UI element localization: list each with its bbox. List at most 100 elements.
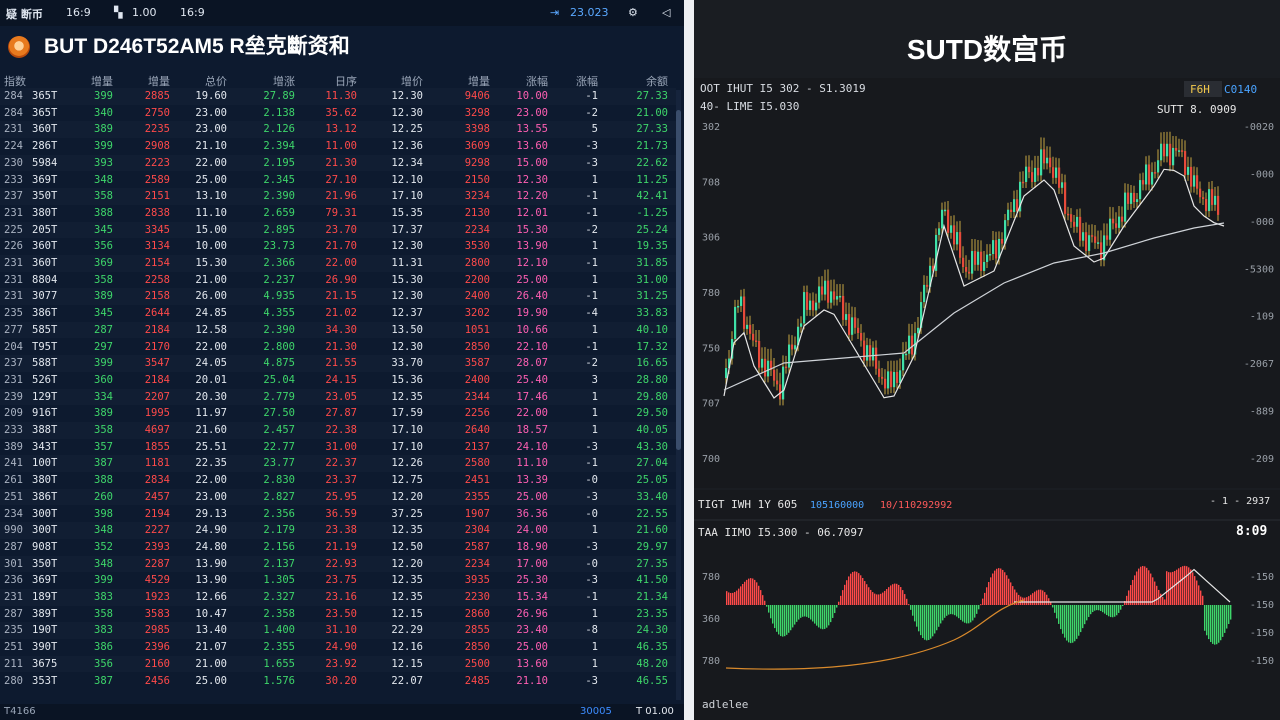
indicator-chart[interactable]: TIGT IWH 1Y 605 105160000 10/110292992 -… — [694, 490, 1280, 720]
table-row[interactable]: 389 343T 357 1855 25.51 22.77 31.00 17.10 2137 24… — [0, 439, 676, 456]
column-header[interactable]: 增价 — [395, 73, 423, 89]
table-cell: 300T — [32, 507, 58, 520]
table-row[interactable]: 234 300T 398 2194 29.13 2.356 36.59 37.25 1907 36… — [0, 506, 676, 523]
mute-icon[interactable]: ◁ — [662, 6, 670, 19]
table-row[interactable]: 287 389T 358 3583 10.47 2.358 23.50 12.15 2860 26… — [0, 606, 676, 623]
column-header[interactable]: 总价 — [199, 73, 227, 89]
table-cell: 27.89 — [263, 90, 295, 102]
column-header[interactable]: 指数 — [4, 73, 32, 89]
table-cell: 908T — [32, 540, 58, 553]
table-cell: 2304 — [464, 524, 490, 537]
table-row[interactable]: 284 365T 340 2750 23.00 2.138 35.62 12.30 3298 23… — [0, 105, 676, 122]
table-row[interactable]: 231 8804 358 2258 21.00 2.237 26.90 15.30 2200 25… — [0, 272, 676, 289]
table-row[interactable]: 237 350T 358 2151 13.10 2.390 21.96 17.10 3234 12… — [0, 188, 676, 205]
table-row[interactable]: 235 190T 383 2985 13.40 1.400 31.10 22.29 2855 23… — [0, 622, 676, 639]
indicator-bar — [926, 605, 928, 641]
candle-body — [902, 354, 905, 371]
table-cell: 4529 — [144, 574, 170, 587]
table-cell: 526T — [32, 373, 58, 386]
table-cell: 237 — [4, 357, 23, 370]
table-cell: 225 — [4, 223, 23, 236]
axis-tick-label: -150 — [1250, 572, 1274, 583]
table-row[interactable]: 225 205T 345 3345 15.00 2.895 23.70 17.37 2234 15… — [0, 222, 676, 239]
column-header[interactable]: 涨幅 — [570, 73, 598, 89]
table-row[interactable]: 204 T95T 297 2170 22.00 2.800 21.30 12.30 2850 22… — [0, 339, 676, 356]
table-cell: 24.30 — [636, 624, 668, 637]
table-row[interactable]: 233 369T 348 2589 25.00 2.345 27.10 12.10 2150 12… — [0, 172, 676, 189]
table-row[interactable]: 233 388T 358 4697 21.60 2.457 22.38 17.10 2640 18… — [0, 422, 676, 439]
indicator-bar — [1226, 605, 1228, 629]
table-row[interactable]: 231 360T 369 2154 15.30 2.366 22.00 11.31 2800 12… — [0, 255, 676, 272]
indicator-bar — [902, 590, 904, 605]
column-header[interactable]: 增量 — [462, 73, 490, 89]
table-cell: 41.50 — [636, 574, 668, 587]
table-cell: 11.30 — [325, 90, 357, 102]
column-header[interactable]: 增量 — [142, 73, 170, 89]
table-row[interactable]: 211 3675 356 2160 21.00 1.655 23.92 12.15 2500 13… — [0, 656, 676, 673]
table-row[interactable]: 990 300T 348 2227 24.90 2.179 23.38 12.35 2304 24… — [0, 522, 676, 539]
tag-left[interactable]: F6H — [1190, 83, 1210, 96]
table-cell: 10.47 — [195, 607, 227, 620]
table-row[interactable]: 237 588T 399 3547 24.05 4.875 21.55 33.70 3587 28… — [0, 355, 676, 372]
table-row[interactable]: 235 386T 345 2644 24.85 4.355 21.02 12.37 3202 19… — [0, 305, 676, 322]
table-row[interactable]: 280 353T 387 2456 25.00 1.576 30.20 22.07 2485 21… — [0, 673, 676, 690]
table-cell: 23.00 — [195, 490, 227, 503]
price-chart[interactable]: OOT IHUT I5 302 - S1.3019 40- LIME I5.03… — [694, 78, 1280, 488]
table-cell: 1 — [591, 323, 598, 336]
table-row[interactable]: 261 380T 388 2834 22.00 2.830 23.37 12.75 2451 13… — [0, 472, 676, 489]
table-cell: 1855 — [144, 440, 170, 453]
table-row[interactable]: 231 360T 389 2235 23.00 2.126 13.12 12.25 3398 13… — [0, 121, 676, 138]
settings-icon[interactable]: ⚙ — [628, 6, 638, 19]
table-cell: 386T — [32, 307, 58, 320]
table-row[interactable]: 224 286T 399 2908 21.10 2.394 11.00 12.36 3609 13… — [0, 138, 676, 155]
column-header[interactable]: 日序 — [329, 73, 357, 89]
table-row[interactable]: 239 129T 334 2207 20.30 2.779 23.05 12.35 2344 17… — [0, 389, 676, 406]
column-header[interactable]: 涨幅 — [520, 73, 548, 89]
table-row[interactable]: 231 189T 383 1923 12.66 2.327 23.16 12.35 2230 15… — [0, 589, 676, 606]
indicator-bar — [830, 605, 832, 623]
table-row[interactable]: 251 390T 386 2396 21.07 2.355 24.90 12.16 2850 25… — [0, 639, 676, 656]
column-header[interactable]: 余额 — [640, 73, 668, 89]
table-cell: 350T — [32, 190, 58, 203]
table-cell: 33.40 — [636, 490, 668, 503]
scrollbar-thumb[interactable] — [676, 110, 681, 450]
table-row[interactable]: 284 365T 399 2885 19.60 27.89 11.30 12.30 9406 10… — [0, 88, 676, 105]
table-cell: 17.46 — [516, 390, 548, 403]
column-header[interactable]: 增量 — [85, 73, 113, 89]
indicator-bar — [944, 605, 946, 618]
indicator-bar — [988, 582, 990, 605]
table-row[interactable]: 231 3077 389 2158 26.00 4.935 21.15 12.30 2400 26… — [0, 288, 676, 305]
table-cell: 233 — [4, 424, 23, 436]
table-row[interactable]: 231 380T 388 2838 11.10 2.659 79.31 15.35 2130 12… — [0, 205, 676, 222]
candle-body — [1163, 143, 1166, 157]
table-row[interactable]: 277 585T 287 2184 12.58 2.390 34.30 13.50 1051 10… — [0, 322, 676, 339]
axis-tick-label: -150 — [1250, 600, 1274, 611]
table-row[interactable]: 251 386T 260 2457 23.00 2.827 25.95 12.20 2355 25… — [0, 489, 676, 506]
table-cell: 21.60 — [195, 424, 227, 436]
indicator-bar — [1100, 605, 1102, 612]
indicator-bar — [1000, 568, 1002, 605]
table-cell: 16.65 — [636, 357, 668, 370]
table-row[interactable]: 241 100T 387 1181 22.35 23.77 22.37 12.26 2580 11… — [0, 455, 676, 472]
table-row[interactable]: 301 350T 348 2287 13.90 2.137 22.93 12.20 2234 17… — [0, 556, 676, 573]
axis-tick-label: -000 — [1250, 217, 1274, 228]
indicator-bar — [840, 595, 842, 605]
table-cell: 360T — [32, 240, 58, 253]
panel-divider — [684, 0, 694, 720]
tag-right[interactable]: C0140 — [1224, 83, 1257, 96]
indicator-chart-svg[interactable]: TIGT IWH 1Y 605 105160000 10/110292992 -… — [694, 490, 1280, 720]
table-cell: -3 — [585, 490, 598, 503]
table-row[interactable]: 236 369T 399 4529 13.90 1.305 23.75 12.35 3935 25… — [0, 572, 676, 589]
column-header[interactable]: 增涨 — [267, 73, 295, 89]
price-chart-svg[interactable]: OOT IHUT I5 302 - S1.3019 40- LIME I5.03… — [694, 78, 1280, 488]
table-row[interactable]: 226 360T 356 3134 10.00 23.73 21.70 12.30 3530 13… — [0, 238, 676, 255]
table-row[interactable]: 209 916T 389 1995 11.97 27.50 27.87 17.59 2256 22… — [0, 405, 676, 422]
table-row[interactable]: 287 908T 352 2393 24.80 2.156 21.19 12.50 2587 18… — [0, 539, 676, 556]
table-row[interactable]: 230 5984 393 2223 22.00 2.195 21.30 12.34 9298 15… — [0, 155, 676, 172]
indicator-bar — [1106, 605, 1108, 616]
table-row[interactable]: 231 526T 360 2184 20.01 25.04 24.15 15.36 2400 25… — [0, 372, 676, 389]
transfer-icon[interactable]: ⇥ — [550, 6, 559, 19]
table-cell: 1.655 — [263, 657, 295, 670]
indicator-bar — [1056, 605, 1058, 619]
table-cell: 17.10 — [391, 440, 423, 453]
